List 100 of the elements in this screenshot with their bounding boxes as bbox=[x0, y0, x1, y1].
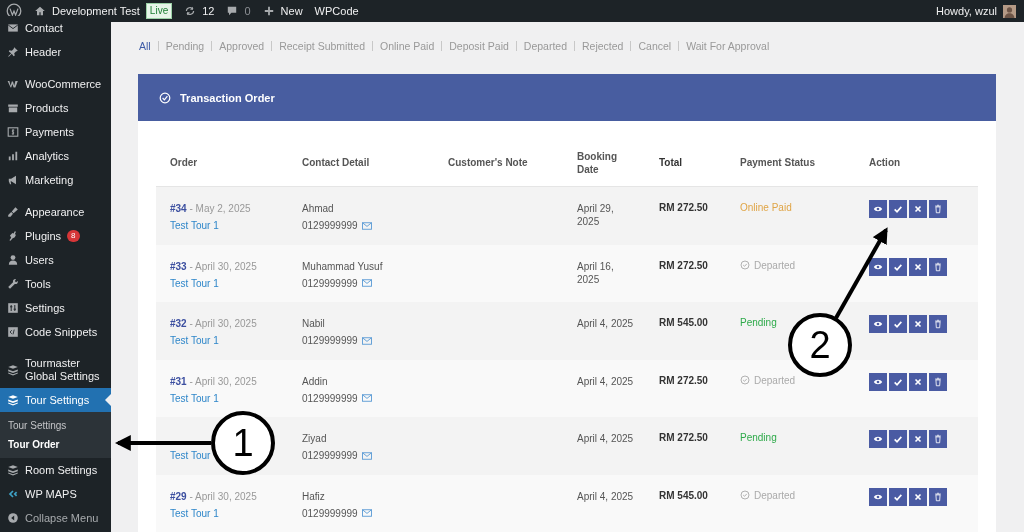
menu-icon bbox=[7, 488, 19, 500]
approve-button[interactable] bbox=[889, 487, 907, 506]
view-button[interactable] bbox=[869, 372, 887, 391]
reject-button[interactable] bbox=[909, 372, 927, 391]
eye-icon bbox=[873, 204, 883, 214]
menu-item[interactable]: Plugins 8 bbox=[0, 224, 111, 248]
menu-item[interactable]: Analytics bbox=[0, 144, 111, 168]
tour-link[interactable]: Test Tour 1 bbox=[170, 391, 219, 405]
delete-button[interactable] bbox=[929, 315, 947, 333]
menu-icon bbox=[7, 302, 19, 314]
delete-button[interactable] bbox=[929, 200, 947, 218]
view-button[interactable] bbox=[869, 257, 887, 276]
submenu-item[interactable]: Tour Settings bbox=[0, 416, 111, 435]
column-header: Booking Date bbox=[577, 149, 618, 176]
menu-icon bbox=[7, 102, 19, 114]
approve-button[interactable] bbox=[889, 257, 907, 276]
plus-icon[interactable] bbox=[262, 5, 275, 17]
trash-icon bbox=[933, 319, 943, 329]
reject-button[interactable] bbox=[909, 430, 927, 448]
comment-icon[interactable] bbox=[226, 5, 239, 17]
close-icon bbox=[913, 261, 923, 272]
customer-name: Addin bbox=[302, 374, 329, 388]
greeting[interactable]: Howdy, wzul bbox=[936, 5, 997, 17]
submenu-item[interactable]: Tour Order bbox=[0, 435, 111, 454]
phone-number: 0129999999 bbox=[302, 391, 358, 405]
mail-icon[interactable] bbox=[361, 509, 372, 517]
delete-button[interactable] bbox=[929, 430, 947, 448]
wordpress-logo-icon[interactable] bbox=[6, 3, 22, 19]
tour-link[interactable]: Test Tour 1 bbox=[170, 276, 219, 290]
menu-item[interactable]: WP MAPS bbox=[0, 482, 111, 506]
menu-item[interactable]: Products bbox=[0, 96, 111, 120]
reject-button[interactable] bbox=[909, 315, 927, 333]
menu-icon bbox=[7, 278, 19, 290]
menu-item[interactable]: Payments bbox=[0, 120, 111, 144]
tour-link[interactable]: Test Tour 1 bbox=[170, 506, 219, 520]
menu-icon bbox=[7, 254, 19, 266]
approve-button[interactable] bbox=[889, 315, 907, 333]
tour-link[interactable]: Test Tour bbox=[170, 449, 211, 462]
menu-item[interactable]: Tourmaster Global Settings bbox=[0, 352, 111, 388]
check-icon bbox=[893, 434, 903, 444]
tour-link[interactable]: Test Tour 1 bbox=[170, 219, 219, 232]
approve-button[interactable] bbox=[889, 372, 907, 391]
tour-link[interactable]: Test Tour 1 bbox=[170, 334, 219, 347]
mail-icon[interactable] bbox=[361, 394, 372, 402]
approve-button[interactable] bbox=[889, 200, 907, 218]
menu-item[interactable]: Appearance bbox=[0, 200, 111, 224]
menu-icon bbox=[7, 78, 19, 90]
menu-item[interactable]: Settings bbox=[0, 296, 111, 320]
reject-button[interactable] bbox=[909, 200, 927, 218]
wpcode-link[interactable]: WPCode bbox=[314, 5, 359, 17]
trash-icon bbox=[933, 204, 943, 214]
menu-item[interactable]: Marketing bbox=[0, 168, 111, 192]
trash-icon bbox=[933, 261, 943, 272]
payment-status: Departed bbox=[740, 374, 796, 386]
phone-number: 0129999999 bbox=[302, 506, 358, 520]
menu-item[interactable]: WooCommerce bbox=[0, 72, 111, 96]
refresh-icon[interactable] bbox=[184, 5, 197, 17]
approve-button[interactable] bbox=[889, 430, 907, 448]
check-icon bbox=[893, 204, 903, 214]
close-icon bbox=[913, 319, 923, 329]
menu-item[interactable]: Users bbox=[0, 248, 111, 272]
home-icon[interactable] bbox=[34, 5, 46, 17]
phone-number: 0129999999 bbox=[302, 449, 358, 462]
view-button[interactable] bbox=[869, 487, 887, 506]
menu-item[interactable]: Room Settings bbox=[0, 458, 111, 482]
menu-icon bbox=[7, 150, 19, 162]
panel-title: Transaction Order bbox=[180, 91, 275, 104]
comments-count[interactable]: 0 bbox=[244, 5, 251, 17]
reject-button[interactable] bbox=[909, 257, 927, 276]
new-link[interactable]: New bbox=[280, 5, 303, 17]
payment-status: Departed bbox=[740, 259, 796, 271]
menu-item[interactable]: Contact bbox=[0, 16, 111, 40]
menu-icon bbox=[7, 126, 19, 138]
trash-icon bbox=[933, 491, 943, 502]
reject-button[interactable] bbox=[909, 487, 927, 506]
menu-item[interactable]: Tools bbox=[0, 272, 111, 296]
avatar-icon[interactable] bbox=[1003, 4, 1016, 18]
delete-button[interactable] bbox=[929, 257, 947, 276]
mail-icon[interactable] bbox=[361, 279, 372, 287]
column-header: Customer's Note bbox=[448, 156, 529, 169]
order-number: #32 - April 30, 2025 bbox=[170, 317, 258, 330]
callout-marker: 2 bbox=[788, 313, 852, 377]
close-icon bbox=[913, 491, 923, 502]
delete-button[interactable] bbox=[929, 487, 947, 506]
booking-date: April 16, 2025 bbox=[577, 259, 615, 286]
delete-button[interactable] bbox=[929, 372, 947, 391]
menu-icon bbox=[7, 364, 19, 376]
payment-status: Online Paid bbox=[740, 202, 792, 213]
menu-icon bbox=[7, 206, 19, 218]
site-name[interactable]: Development Test bbox=[52, 5, 140, 17]
menu-item[interactable]: Tour Settings bbox=[0, 388, 111, 412]
filter-link[interactable]: All bbox=[139, 40, 158, 52]
menu-item[interactable]: Collapse Menu bbox=[0, 506, 111, 530]
menu-item[interactable]: Code Snippets bbox=[0, 320, 111, 344]
close-icon bbox=[913, 434, 923, 444]
menu-item[interactable]: Header bbox=[0, 40, 111, 64]
phone-number: 0129999999 bbox=[302, 334, 358, 347]
phone-number: 0129999999 bbox=[302, 276, 358, 290]
updates-count[interactable]: 12 bbox=[202, 5, 215, 17]
check-icon bbox=[893, 319, 903, 329]
